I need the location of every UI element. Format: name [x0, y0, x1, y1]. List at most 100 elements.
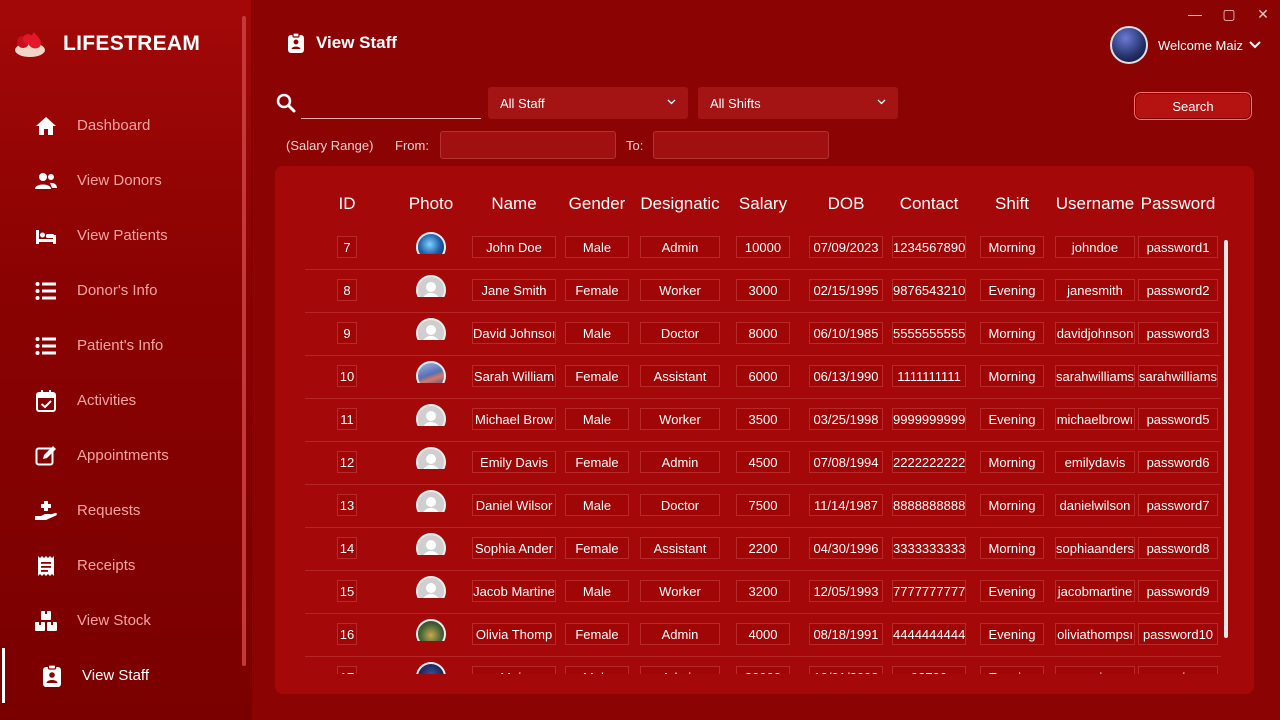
cell-contact[interactable]: 4444444444: [892, 623, 966, 645]
cell-dob[interactable]: 06/10/1985: [809, 322, 883, 344]
cell-id[interactable]: 16: [337, 623, 357, 645]
cell-id[interactable]: 12: [337, 451, 357, 473]
cell-designation[interactable]: Worker: [640, 408, 720, 430]
cell-salary[interactable]: 4000: [736, 623, 790, 645]
cell-salary[interactable]: 4500: [736, 451, 790, 473]
staff-photo[interactable]: [416, 619, 446, 641]
table-row[interactable]: 15 Jacob Martine Male Worker 3200 12/05/1993 7…: [305, 570, 1221, 614]
column-header[interactable]: Photo: [396, 194, 466, 214]
cell-dob[interactable]: 07/08/1994: [809, 451, 883, 473]
cell-dob[interactable]: 06/13/1990: [809, 365, 883, 387]
cell-gender[interactable]: Male: [565, 580, 629, 602]
cell-gender[interactable]: Male: [565, 236, 629, 258]
table-row[interactable]: 10 Sarah William Female Assistant 6000 06/13/…: [305, 355, 1221, 399]
sidebar-item-appointments[interactable]: Appointments: [0, 428, 240, 483]
column-header[interactable]: Username: [1052, 194, 1138, 214]
sidebar-item-activities[interactable]: Activities: [0, 373, 240, 428]
staff-photo[interactable]: [416, 361, 446, 383]
cell-contact[interactable]: 3333333333: [892, 537, 966, 559]
cell-shift[interactable]: Morning: [980, 236, 1044, 258]
cell-id[interactable]: 10: [337, 365, 357, 387]
cell-id[interactable]: 14: [337, 537, 357, 559]
cell-contact[interactable]: 1111111111: [892, 365, 966, 387]
cell-contact[interactable]: 2222222222: [892, 451, 966, 473]
cell-designation[interactable]: Doctor: [640, 494, 720, 516]
cell-contact[interactable]: 5555555555: [892, 322, 966, 344]
cell-contact[interactable]: 9999999999: [892, 408, 966, 430]
cell-password[interactable]: password7: [1138, 494, 1218, 516]
sidebar-item-view-donors[interactable]: View Donors: [0, 153, 240, 208]
cell-id[interactable]: 13: [337, 494, 357, 516]
sidebar-item-view-staff[interactable]: View Staff: [0, 648, 240, 703]
staff-photo[interactable]: [416, 318, 446, 340]
cell-designation[interactable]: Admin: [640, 451, 720, 473]
cell-salary[interactable]: 3200: [736, 580, 790, 602]
cell-designation[interactable]: Assistant: [640, 365, 720, 387]
cell-username[interactable]: sarahwilliams: [1055, 365, 1135, 387]
cell-designation[interactable]: Worker: [640, 279, 720, 301]
user-avatar[interactable]: [1110, 26, 1148, 64]
cell-password[interactable]: password10: [1138, 623, 1218, 645]
cell-name[interactable]: Emily Davis: [472, 451, 556, 473]
sidebar-item-dashboard[interactable]: Dashboard: [0, 98, 240, 153]
sidebar-item-patient-s-info[interactable]: Patient's Info: [0, 318, 240, 373]
user-menu[interactable]: Welcome Maiz: [1110, 26, 1261, 64]
staff-photo[interactable]: [416, 576, 446, 598]
table-row[interactable]: 13 Daniel Wilsor Male Doctor 7500 11/14/1987 8…: [305, 484, 1221, 528]
cell-designation[interactable]: Admin: [640, 236, 720, 258]
table-row[interactable]: 12 Emily Davis Female Admin 4500 07/08/1994 22…: [305, 441, 1221, 485]
cell-designation[interactable]: Assistant: [640, 537, 720, 559]
cell-name[interactable]: Maiz: [472, 666, 556, 674]
column-header[interactable]: Password: [1135, 194, 1221, 214]
staff-type-select[interactable]: All Staff: [488, 87, 688, 119]
cell-dob[interactable]: 04/30/1996: [809, 537, 883, 559]
sidebar-item-view-patients[interactable]: View Patients: [0, 208, 240, 263]
cell-designation[interactable]: Doctor: [640, 322, 720, 344]
cell-contact[interactable]: 1234567890: [892, 236, 966, 258]
cell-gender[interactable]: Female: [565, 623, 629, 645]
column-header[interactable]: Name: [469, 194, 559, 214]
cell-name[interactable]: John Doe: [472, 236, 556, 258]
cell-password[interactable]: password3: [1138, 322, 1218, 344]
minimize-button[interactable]: —: [1178, 4, 1212, 24]
table-body[interactable]: 7 John Doe Male Admin 10000 07/09/2023 1234567…: [305, 226, 1221, 674]
table-row[interactable]: 11 Michael Brow Male Worker 3500 03/25/1998 99…: [305, 398, 1221, 442]
column-header[interactable]: DOB: [806, 194, 886, 214]
cell-id[interactable]: 9: [337, 322, 357, 344]
cell-gender[interactable]: Female: [565, 279, 629, 301]
cell-username[interactable]: emilydavis: [1055, 451, 1135, 473]
cell-name[interactable]: Daniel Wilsor: [472, 494, 556, 516]
cell-salary[interactable]: 2200: [736, 537, 790, 559]
table-row[interactable]: 17 Maiz Male Admin 30000 10/01/2003 92700 Eveni…: [305, 656, 1221, 674]
cell-shift[interactable]: Evening: [980, 279, 1044, 301]
cell-shift[interactable]: Morning: [980, 494, 1044, 516]
cell-id[interactable]: 7: [337, 236, 357, 258]
sidebar-item-view-stock[interactable]: View Stock: [0, 593, 240, 648]
cell-password[interactable]: password8: [1138, 537, 1218, 559]
column-header[interactable]: Designatic: [637, 194, 723, 214]
sidebar-item-requests[interactable]: Requests: [0, 483, 240, 538]
cell-id[interactable]: 15: [337, 580, 357, 602]
cell-gender[interactable]: Male: [565, 666, 629, 674]
cell-name[interactable]: Olivia Thomp: [472, 623, 556, 645]
cell-username[interactable]: maiz: [1055, 666, 1135, 674]
cell-salary[interactable]: 7500: [736, 494, 790, 516]
staff-photo[interactable]: [416, 662, 446, 674]
cell-designation[interactable]: Worker: [640, 580, 720, 602]
cell-username[interactable]: michaelbrowı: [1055, 408, 1135, 430]
cell-username[interactable]: danielwilson: [1055, 494, 1135, 516]
cell-username[interactable]: sophiaanders: [1055, 537, 1135, 559]
salary-to-input[interactable]: [653, 131, 829, 159]
cell-password[interactable]: maiz: [1138, 666, 1218, 674]
cell-gender[interactable]: Male: [565, 322, 629, 344]
staff-photo[interactable]: [416, 447, 446, 469]
cell-dob[interactable]: 10/01/2003: [809, 666, 883, 674]
table-row[interactable]: 8 Jane Smith Female Worker 3000 02/15/1995 987…: [305, 269, 1221, 313]
cell-salary[interactable]: 3500: [736, 408, 790, 430]
search-button[interactable]: Search: [1134, 92, 1252, 120]
cell-name[interactable]: Sarah William: [472, 365, 556, 387]
cell-gender[interactable]: Female: [565, 537, 629, 559]
cell-shift[interactable]: Morning: [980, 537, 1044, 559]
cell-username[interactable]: oliviathompsı: [1055, 623, 1135, 645]
cell-gender[interactable]: Female: [565, 365, 629, 387]
